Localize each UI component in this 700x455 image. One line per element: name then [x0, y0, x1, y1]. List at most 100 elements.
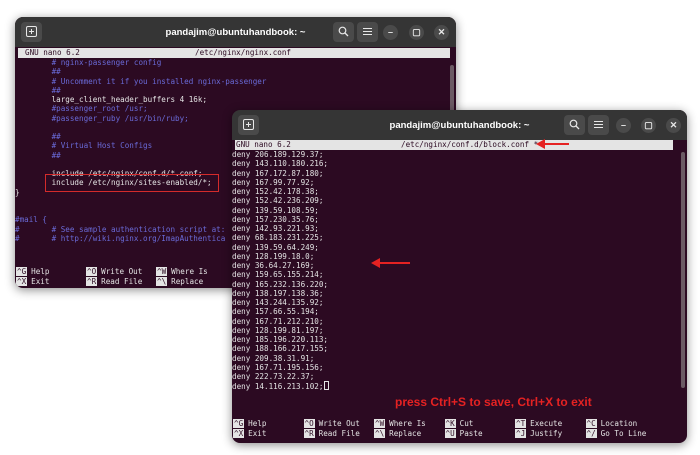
shortcut-label: Exit	[248, 429, 267, 438]
shortcut-item: ^R Read File	[303, 429, 360, 439]
deny-rule-text: deny 165.232.136.220;	[232, 279, 329, 289]
shortcut-item: ^\ Replace	[374, 429, 421, 439]
deny-rule-text: deny 14.116.213.102;	[232, 382, 324, 391]
editor-line[interactable]: deny 167.71.212.210;	[232, 317, 687, 326]
deny-rule-text: deny 138.197.138.36;	[232, 288, 324, 298]
deny-rule-text: deny 167.71.195.156;	[232, 362, 324, 372]
shortcut-label: Paste	[459, 429, 483, 438]
editor-line[interactable]: deny 157.66.55.194;	[232, 307, 687, 316]
red-arrow-icon	[536, 139, 569, 149]
deny-rule-text: deny 36.64.27.169;	[232, 261, 315, 270]
shortcut-key: ^W	[156, 267, 168, 276]
shortcut-key: ^R	[86, 277, 98, 286]
editor-line[interactable]: ##	[15, 86, 456, 95]
deny-rule-text: deny 143.244.135.92;	[232, 298, 324, 307]
editor-line[interactable]: ##	[15, 67, 456, 76]
shortcut-key: ^J	[515, 429, 527, 438]
editor-line[interactable]: deny 143.110.180.216;	[232, 159, 687, 168]
maximize-button[interactable]: ▢	[409, 25, 424, 40]
deny-rule-text: deny 128.199.81.197;	[232, 325, 324, 335]
editor-line[interactable]: deny 188.166.217.155;	[232, 344, 687, 353]
save-exit-annotation: press Ctrl+S to save, Ctrl+X to exit	[395, 395, 592, 409]
nano-version: GNU nano 6.2	[25, 48, 80, 57]
titlebar[interactable]: pandajim@ubuntuhandbook: ~ – ▢ ✕	[15, 17, 456, 47]
shortcut-key: ^G	[16, 267, 28, 276]
editor-line[interactable]: deny 68.183.231.225;	[232, 233, 687, 242]
shortcut-row-2: ^X Exit ^R Read File ^\ Replace ^U Paste ^J Justi…	[232, 429, 687, 439]
shortcut-item: ^G Help	[233, 419, 266, 429]
menu-button[interactable]	[357, 22, 378, 42]
editor-line[interactable]: # Uncomment it if you installed nginx-pa…	[15, 77, 456, 86]
shortcut-item: ^\ Replace	[156, 277, 203, 287]
editor-line[interactable]: deny 206.189.129.37;	[232, 150, 687, 159]
editor-line[interactable]: deny 138.197.138.36;	[232, 289, 687, 298]
minimize-icon: –	[387, 27, 393, 37]
nano-header: GNU nano 6.2 /etc/nginx/nginx.conf	[18, 48, 450, 58]
titlebar[interactable]: pandajim@ubuntuhandbook: ~ – ▢ ✕	[232, 110, 687, 140]
editor-line[interactable]: deny 167.71.195.156;	[232, 363, 687, 372]
shortcut-item: ^K Cut	[444, 419, 473, 429]
shortcut-key: ^\	[374, 429, 386, 438]
terminal-window-block-conf[interactable]: pandajim@ubuntuhandbook: ~ – ▢ ✕ GNU nan…	[232, 110, 687, 443]
shortcut-key: ^X	[233, 429, 245, 438]
editor-line[interactable]: deny 159.65.155.214;	[232, 270, 687, 279]
shortcut-item: ^U Paste	[444, 429, 483, 439]
close-button[interactable]: ✕	[434, 25, 449, 40]
editor-line[interactable]: deny 139.59.64.249;	[232, 243, 687, 252]
shortcut-item: ^O Write Out	[303, 419, 360, 429]
shortcut-label: Where Is	[171, 267, 208, 276]
editor-line[interactable]: deny 128.199.81.197;	[232, 326, 687, 335]
editor-line[interactable]: large_client_header_buffers 4 16k;	[15, 95, 456, 104]
text-cursor	[324, 381, 330, 391]
deny-rule-text: deny 185.196.220.113;	[232, 335, 329, 344]
shortcut-item: ^W Where Is	[156, 267, 208, 277]
editor-buffer[interactable]: deny 206.189.129.37; deny 143.110.180.216…	[232, 150, 687, 391]
search-button[interactable]	[564, 115, 585, 135]
deny-rule-text: deny 209.38.31.91;	[232, 353, 315, 363]
editor-line[interactable]: deny 209.38.31.91;	[232, 354, 687, 363]
editor-line[interactable]: deny 142.93.221.93;	[232, 224, 687, 233]
shortcut-label: Replace	[171, 277, 204, 286]
shortcut-key: ^T	[515, 419, 527, 428]
editor-line[interactable]: deny 143.244.135.92;	[232, 298, 687, 307]
editor-line[interactable]: deny 157.230.35.76;	[232, 215, 687, 224]
maximize-button[interactable]: ▢	[641, 118, 656, 133]
shortcut-label: Write Out	[101, 267, 143, 276]
shortcut-key: ^U	[444, 429, 456, 438]
shortcut-item: ^C Location	[585, 419, 638, 429]
minimize-button[interactable]: –	[616, 118, 631, 133]
search-button[interactable]	[333, 22, 354, 42]
shortcut-label: Location	[600, 419, 638, 428]
hamburger-icon	[363, 28, 372, 35]
shortcut-key: ^W	[374, 419, 386, 428]
shortcut-label: Execute	[530, 419, 563, 428]
deny-rule-text: deny 167.99.77.92;	[232, 177, 315, 187]
include-highlight-box	[45, 174, 219, 192]
shortcut-key: ^/	[585, 429, 597, 438]
deny-rule-text: deny 188.166.217.155;	[232, 344, 329, 354]
editor-line[interactable]: deny 165.232.136.220;	[232, 280, 687, 289]
shortcut-label: Help	[31, 267, 50, 276]
minimize-button[interactable]: –	[383, 25, 398, 40]
editor-line[interactable]: deny 152.42.236.209;	[232, 196, 687, 205]
file-name: /etc/nginx/nginx.conf	[195, 48, 292, 57]
deny-rule-text: deny 128.199.18.0;	[232, 251, 315, 261]
close-button[interactable]: ✕	[666, 118, 681, 133]
deny-rule-text: deny 143.110.180.216;	[232, 159, 329, 169]
editor-line[interactable]: deny 167.99.77.92;	[232, 178, 687, 187]
editor-line[interactable]: deny 139.59.108.59;	[232, 206, 687, 215]
editor-line[interactable]: deny 36.64.27.169;	[232, 261, 687, 270]
editor-line[interactable]: deny 185.196.220.113;	[232, 335, 687, 344]
deny-rule-text: deny 157.66.55.194;	[232, 307, 319, 317]
maximize-icon: ▢	[412, 27, 421, 37]
shortcut-label: Read File	[101, 277, 143, 286]
editor-line[interactable]: deny 128.199.18.0;	[232, 252, 687, 261]
shortcut-label: Read File	[318, 429, 360, 438]
editor-line[interactable]: # nginx-passenger config	[15, 58, 456, 67]
editor-line[interactable]: deny 222.73.22.37;	[232, 372, 687, 381]
scrollbar[interactable]	[681, 152, 685, 388]
editor-line[interactable]: deny 167.172.87.180;	[232, 169, 687, 178]
editor-line[interactable]: deny 152.42.178.38;	[232, 187, 687, 196]
menu-button[interactable]	[588, 115, 609, 135]
editor-line[interactable]: deny 14.116.213.102;	[232, 381, 687, 391]
